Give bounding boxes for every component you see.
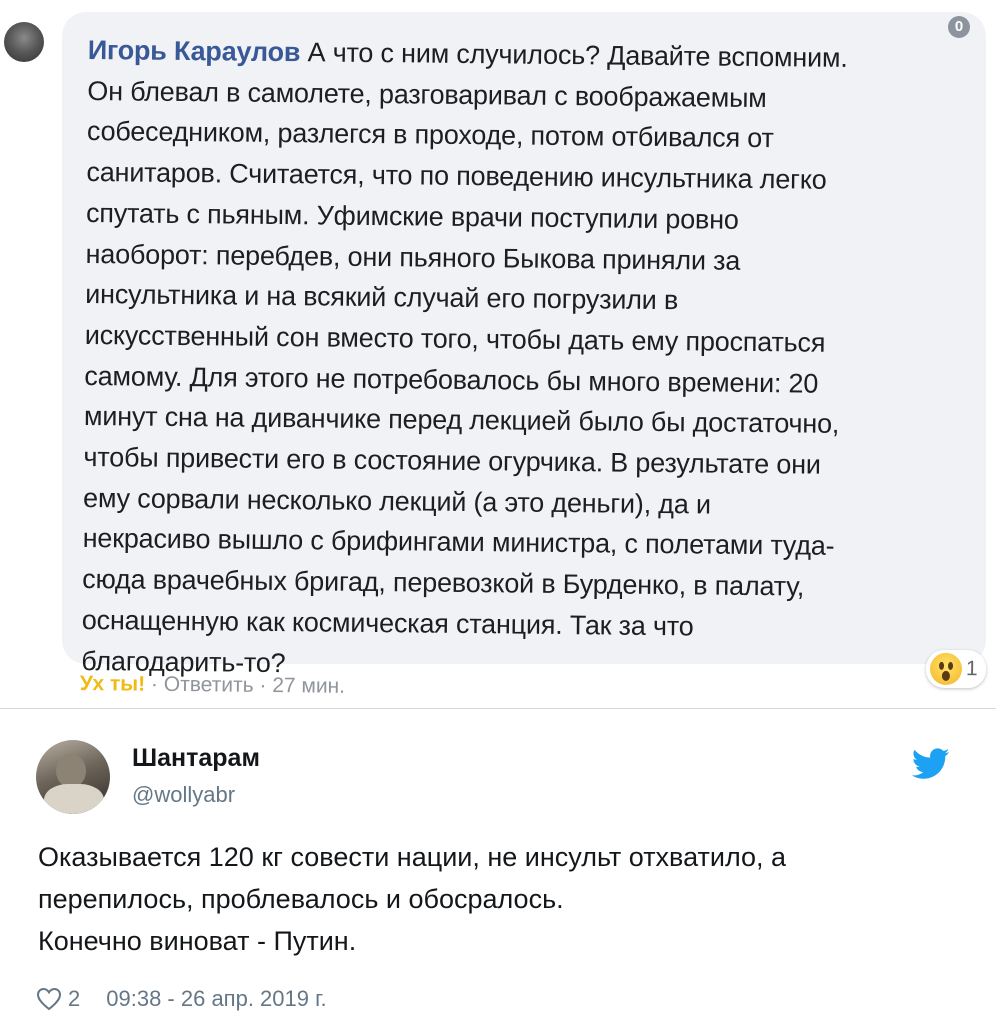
tweet-avatar[interactable] [36,740,110,814]
tweet-author-handle[interactable]: @wollyabr [132,782,235,808]
comment-author-link[interactable]: Игорь Караулов [88,35,301,67]
reaction-count: 1 [965,657,978,681]
comment-time[interactable]: 27 мин. [272,674,345,698]
tweet-timestamp[interactable]: 09:38 - 26 апр. 2019 г. [106,986,326,1012]
tweet-text: Оказывается 120 кг совести нации, не инс… [38,836,968,962]
comment-bubble: 0 Игорь Караулов А что с ним случилось? … [62,12,986,678]
comment-actions: Ух ты! · Ответить · 27 мин. [80,672,345,699]
wow-emoji-icon [929,652,963,686]
commenter-avatar[interactable] [4,22,44,62]
tweet-text-line: Конечно виноват - Путин. [38,926,357,956]
tweet-text-line: перепилось, проблевалось и обосралось. [38,884,564,914]
action-separator: · [253,673,273,698]
tweet-card: Шантарам @wollyabr Оказывается 120 кг со… [0,708,996,1024]
wow-reaction-link[interactable]: Ух ты! [80,672,146,696]
tweet-author-name[interactable]: Шантарам [132,744,260,773]
tweet-text-line: Оказывается 120 кг совести нации, не инс… [38,842,787,872]
tweet-footer: 2 09:38 - 26 апр. 2019 г. [36,986,327,1012]
action-separator: · [145,672,164,696]
comment-line-text: А что с ним случилось? Давайте вспомним. [307,37,848,73]
reply-link[interactable]: Ответить [164,673,254,697]
heart-icon[interactable] [36,987,62,1011]
facebook-comment-screenshot: 0 Игорь Караулов А что с ним случилось? … [0,0,996,709]
twitter-bird-icon[interactable] [912,748,950,780]
like-count: 2 [68,986,81,1011]
comment-text: Игорь Караулов А что с ним случилось? Да… [81,30,962,690]
reaction-summary[interactable]: 1 [925,649,986,689]
info-icon[interactable]: 0 [948,16,970,38]
